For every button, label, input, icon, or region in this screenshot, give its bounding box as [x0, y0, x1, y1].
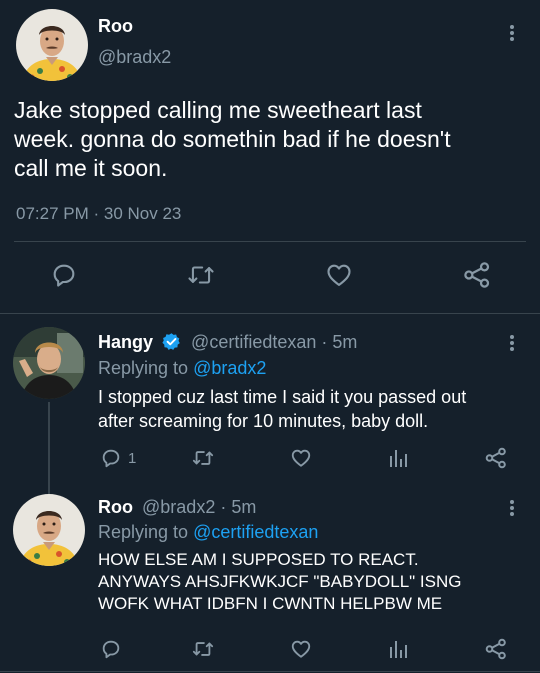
reply-icon — [53, 264, 75, 287]
display-name[interactable]: Roo — [98, 497, 133, 517]
replying-to: Replying to @certifiedtexan — [98, 522, 318, 543]
avatar[interactable] — [13, 494, 85, 566]
reply-icon — [102, 449, 120, 468]
time: · 5m — [321, 332, 358, 352]
retweet-button[interactable] — [186, 261, 216, 289]
thread-line — [48, 402, 50, 494]
analytics-button[interactable] — [388, 448, 408, 468]
tweet-text-line: after screaming for 10 minutes, baby dol… — [98, 411, 429, 431]
tweet-text-line: HOW ELSE AM I SUPPOSED TO REACT. — [98, 550, 419, 569]
reply-button[interactable] — [100, 638, 122, 660]
share-button[interactable] — [484, 446, 508, 470]
replying-to: Replying to @bradx2 — [98, 358, 266, 379]
display-name[interactable]: Hangy — [98, 332, 153, 352]
share-icon — [464, 262, 490, 288]
share-icon — [485, 447, 506, 469]
divider — [0, 671, 540, 672]
retweet-button[interactable] — [191, 447, 215, 469]
retweet-button[interactable] — [191, 638, 215, 660]
reply-count: 1 — [128, 449, 137, 467]
retweet-icon — [192, 451, 214, 465]
share-button[interactable] — [484, 637, 508, 661]
tweet-text-line: ANYWAYS AHSJFKWKJCF "BABYDOLL" ISNG — [98, 572, 462, 591]
tweet-text: I stopped cuz last time I said it you pa… — [98, 385, 466, 433]
retweet-icon — [192, 642, 214, 656]
like-button[interactable] — [290, 638, 312, 660]
like-button[interactable] — [290, 447, 312, 469]
avatar[interactable] — [16, 9, 88, 81]
reply-button[interactable]: 1 — [100, 447, 136, 469]
more-vertical-icon[interactable] — [505, 22, 519, 44]
heart-icon — [291, 449, 311, 467]
analytics-icon — [390, 641, 407, 658]
handle[interactable]: @certifiedtexan — [191, 332, 316, 352]
divider — [0, 313, 540, 314]
tweet-text: Jake stopped calling me sweetheart last … — [14, 96, 451, 183]
reply-header: Roo @bradx2 · 5m — [98, 497, 256, 518]
timestamp[interactable]: 07:27 PM · 30 Nov 23 — [16, 204, 181, 224]
share-icon — [485, 638, 506, 660]
tweet-text-line: call me it soon. — [14, 155, 168, 181]
reply-button[interactable] — [50, 261, 78, 289]
replying-to-link[interactable]: @certifiedtexan — [193, 522, 318, 542]
replying-to-label: Replying to — [98, 358, 189, 378]
verified-badge-icon — [162, 332, 181, 356]
reply-header: Hangy @certifiedtexan · 5m — [98, 332, 357, 356]
share-button[interactable] — [462, 260, 492, 290]
time: · 5m — [220, 497, 257, 517]
handle[interactable]: @bradx2 — [98, 47, 171, 68]
display-name[interactable]: Roo — [98, 16, 133, 37]
avatar[interactable] — [13, 327, 85, 399]
handle[interactable]: @bradx2 — [142, 497, 215, 517]
replying-to-link[interactable]: @bradx2 — [193, 358, 266, 378]
retweet-icon — [188, 266, 214, 284]
tweet-text-line: week. gonna do somethin bad if he doesn'… — [14, 126, 451, 152]
more-vertical-icon[interactable] — [505, 332, 519, 354]
analytics-button[interactable] — [388, 639, 408, 659]
analytics-icon — [390, 450, 407, 467]
heart-icon — [327, 264, 351, 286]
more-vertical-icon[interactable] — [505, 497, 519, 519]
heart-icon — [291, 640, 311, 658]
divider — [14, 241, 526, 242]
tweet-text-line: I stopped cuz last time I said it you pa… — [98, 387, 467, 407]
reply-icon — [102, 640, 120, 659]
tweet-text-line: WOFK WHAT IDBFN I CWNTN HELPBW ME — [98, 594, 443, 613]
replying-to-label: Replying to — [98, 522, 189, 542]
tweet-text: HOW ELSE AM I SUPPOSED TO REACT. ANYWAYS… — [98, 549, 461, 615]
like-button[interactable] — [325, 261, 353, 289]
tweet-text-line: Jake stopped calling me sweetheart last — [14, 97, 422, 123]
